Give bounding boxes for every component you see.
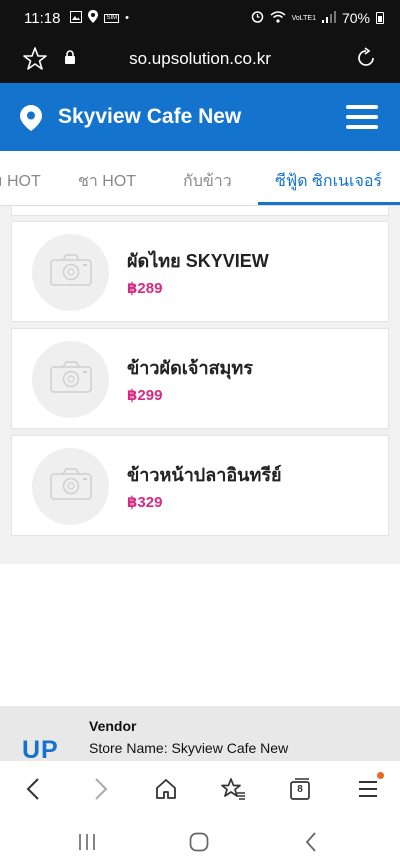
previous-card-edge [11, 206, 389, 216]
item-name: ข้าวผัดเจ้าสมุทร [127, 358, 253, 378]
vendor-store-name: Store Name: Skyview Cafe New [89, 740, 289, 756]
battery-percent: 70% [341, 10, 370, 26]
menu-item-card[interactable]: ผัดไทย SKYVIEW ฿289 [11, 221, 389, 322]
sim-icon: SIM [104, 13, 120, 23]
battery-icon [376, 12, 384, 24]
notification-dot [377, 772, 384, 779]
category-tabs: ม HOT ชา HOT กับข้าว ซีฟู้ด ซิกเนเจอร์ [0, 151, 400, 206]
wifi-icon [270, 10, 286, 26]
menu-item-card[interactable]: ข้าวผัดเจ้าสมุทร ฿299 [11, 328, 389, 429]
browser-bottom-nav: 8 [0, 761, 400, 816]
camera-placeholder-icon [49, 361, 92, 398]
home-button-icon[interactable] [187, 831, 211, 853]
url-field[interactable]: so.upsolution.co.kr [0, 49, 400, 69]
item-price: ฿329 [127, 494, 163, 511]
tab-count: 8 [297, 784, 303, 795]
network-label: VoLTE1 [291, 14, 316, 22]
item-name: ผัดไทย SKYVIEW [127, 251, 269, 271]
item-price: ฿299 [127, 387, 163, 404]
back-arrow-icon[interactable] [19, 775, 47, 803]
bookmarks-icon[interactable] [219, 775, 247, 803]
tab-side-dishes[interactable]: กับข้าว [183, 169, 232, 194]
item-price: ฿289 [127, 280, 163, 297]
status-bar: 11:18 SIM • VoLTE1 70% [0, 0, 400, 36]
system-back-icon[interactable] [299, 831, 323, 853]
item-name: ข้าวหน้าปลาอินทรีย์ [127, 465, 282, 485]
location-icon [88, 10, 99, 26]
menu-list: ผัดไทย SKYVIEW ฿289 ข้าวผัดเจ้าสมุทร ฿29… [0, 206, 400, 564]
tab-seafood-signature[interactable]: ซีฟู้ด ซิกเนเจอร์ [275, 169, 382, 194]
dot-icon: • [125, 11, 129, 24]
reload-icon[interactable] [354, 46, 378, 75]
menu-icon[interactable] [354, 772, 384, 803]
menu-item-card[interactable]: ข้าวหน้าปลาอินทรีย์ ฿329 [11, 435, 389, 536]
item-thumbnail [32, 448, 109, 525]
browser-address-bar: so.upsolution.co.kr [0, 36, 400, 83]
tab-hot-partial[interactable]: ม HOT [0, 169, 41, 194]
camera-placeholder-icon [49, 468, 92, 505]
store-title: Skyview Cafe New [58, 105, 242, 128]
tab-tea-hot[interactable]: ชา HOT [78, 169, 136, 194]
home-icon[interactable] [152, 775, 180, 803]
gallery-icon [70, 10, 83, 26]
item-thumbnail [32, 234, 109, 311]
forward-arrow-icon[interactable] [87, 775, 115, 803]
active-tab-indicator [258, 202, 400, 205]
alarm-icon [251, 10, 264, 26]
camera-placeholder-icon [49, 254, 92, 291]
recent-apps-icon[interactable] [75, 831, 99, 853]
app-header: Skyview Cafe New [0, 83, 400, 151]
vendor-title: Vendor [89, 718, 137, 734]
item-thumbnail [32, 341, 109, 418]
location-pin-icon [20, 105, 42, 136]
vendor-footer: UP Vendor Store Name: Skyview Cafe New [0, 706, 400, 764]
status-time: 11:18 [24, 9, 61, 27]
hamburger-menu-icon[interactable] [346, 105, 378, 129]
system-nav-bar [0, 816, 400, 867]
signal-icon [321, 10, 336, 26]
tabs-icon[interactable]: 8 [286, 775, 314, 803]
